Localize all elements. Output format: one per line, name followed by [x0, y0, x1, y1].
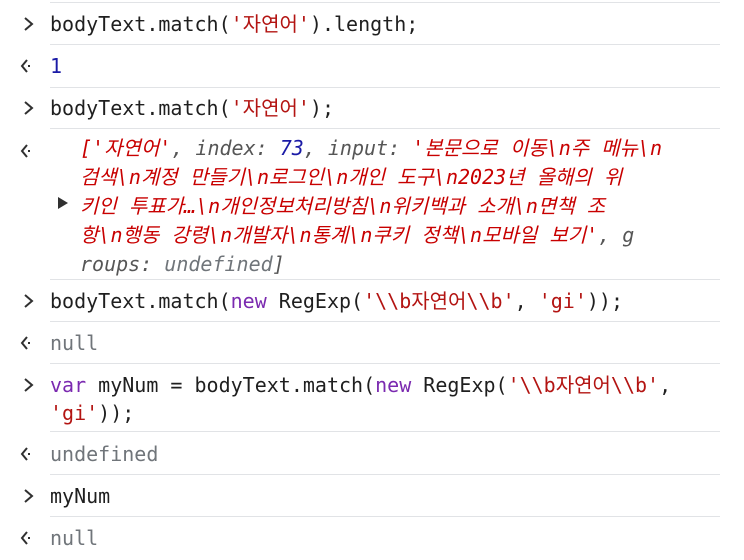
console-output-value: 1	[50, 52, 62, 80]
row-divider	[50, 44, 720, 45]
row-divider	[50, 363, 720, 364]
array-preview-line: ['자연어', index: 73, input: '본문으로 이동\n주 메뉴…	[80, 134, 662, 163]
code-token: bodyText.match(	[50, 12, 231, 36]
console-input-line[interactable]: bodyText.match('자연어');	[50, 94, 334, 122]
row-divider	[50, 2, 720, 3]
console-output-value: null	[50, 329, 98, 357]
chevron-right-icon	[22, 10, 46, 38]
code-token: 검색\n계정 만들기\n로그인\n개인 도구\n2023년 올해의 위	[80, 165, 623, 189]
code-token: ]	[272, 252, 285, 276]
row-divider	[50, 474, 720, 475]
code-token: '자연어'	[230, 96, 310, 120]
code-token: new	[375, 373, 412, 397]
array-preview-line: 항\n행동 강령\n개발자\n통계\n쿠키 정책\n모바일 보기', g	[80, 221, 634, 250]
code-token: 키인 투표가…\n개인정보처리방침\n위키백과 소개\n면책 조	[80, 194, 606, 218]
code-token: roups:	[80, 252, 165, 276]
console-output-value: undefined	[50, 440, 158, 468]
chevron-right-icon	[22, 482, 46, 510]
chevron-right-icon	[22, 94, 46, 122]
code-token: , g	[598, 223, 635, 247]
code-token: bodyText.match(	[50, 289, 231, 313]
code-token: , index:	[171, 136, 280, 160]
code-token: 항\n행동 강령\n개발자\n통계\n쿠키 정책\n모바일 보기'	[80, 223, 599, 247]
code-token: null	[50, 331, 99, 355]
expand-triangle-icon[interactable]	[58, 197, 68, 209]
console-input-line[interactable]: 'gi'));	[50, 399, 134, 427]
chevron-right-icon	[22, 287, 46, 315]
array-preview-line: 검색\n계정 만들기\n로그인\n개인 도구\n2023년 올해의 위	[80, 163, 622, 192]
row-divider	[50, 431, 720, 432]
code-token: '\\b자연어\\b'	[363, 289, 515, 313]
code-token: RegExp(	[411, 373, 508, 397]
row-divider	[50, 128, 720, 129]
array-preview-line: roups: undefined]	[80, 250, 285, 279]
console-input-line[interactable]: myNum	[50, 482, 110, 510]
return-arrow-icon	[18, 137, 42, 165]
code-token: '본문으로 이동\n주 메뉴\n	[412, 136, 663, 160]
console-input-line[interactable]: bodyText.match(new RegExp('\\b자연어\\b', '…	[50, 287, 623, 315]
code-token: undefined	[50, 442, 159, 466]
code-token: bodyText.match(	[50, 96, 231, 120]
code-token: , input:	[303, 136, 413, 160]
code-token: ).length;	[309, 12, 419, 36]
code-token: 'gi'	[50, 401, 99, 425]
return-arrow-icon	[18, 524, 42, 552]
return-arrow-icon	[18, 440, 42, 468]
code-token: '자연어'	[230, 12, 310, 36]
code-token: new	[230, 289, 267, 313]
devtools-console: bodyText.match('자연어').length; 1 bodyText.m…	[0, 0, 744, 560]
return-arrow-icon	[18, 52, 42, 80]
code-token: '\\b자연어\\b'	[507, 373, 660, 397]
code-token: myNum	[50, 484, 111, 508]
row-divider	[50, 279, 720, 280]
code-token: 73	[279, 136, 304, 160]
code-token: RegExp(	[266, 289, 364, 313]
code-token: ));	[98, 401, 135, 425]
code-token: ,	[514, 289, 539, 313]
code-token: 'gi'	[538, 289, 587, 313]
chevron-right-icon	[22, 371, 46, 399]
code-token: ['자연어'	[80, 136, 172, 160]
code-token: ));	[586, 289, 623, 313]
console-input-line[interactable]: bodyText.match('자연어').length;	[50, 10, 418, 38]
row-divider	[50, 321, 720, 322]
code-token: var	[50, 373, 87, 397]
return-arrow-icon	[18, 329, 42, 357]
code-token: null	[50, 526, 99, 550]
code-token: myNum = bodyText.match(	[86, 373, 376, 397]
row-divider	[50, 87, 720, 88]
code-token: undefined	[164, 252, 273, 276]
code-token: );	[309, 96, 335, 120]
console-input-line[interactable]: var myNum = bodyText.match(new RegExp('\…	[50, 371, 671, 399]
array-preview-line: 키인 투표가…\n개인정보처리방침\n위키백과 소개\n면책 조	[80, 192, 605, 221]
code-token: ,	[659, 373, 672, 397]
code-token: 1	[50, 54, 63, 78]
console-output-value: null	[50, 524, 98, 552]
row-divider	[50, 516, 720, 517]
